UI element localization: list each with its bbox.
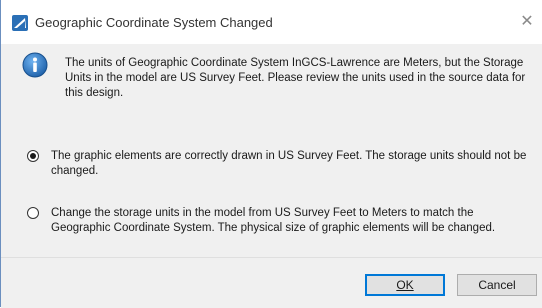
cancel-button[interactable]: Cancel [457,274,537,296]
radio-change-units[interactable] [27,207,39,219]
title-bar: Geographic Coordinate System Changed ✕ [1,0,542,44]
microstation-icon [12,15,28,31]
cancel-button-label: Cancel [478,278,516,292]
option-keep-units-label: The graphic elements are correctly drawn… [51,150,527,177]
ok-button-label: OK [396,278,414,292]
button-bar: OK Cancel [1,257,542,308]
info-icon [22,52,48,78]
warning-message: The units of Geographic Coordinate Syste… [65,57,526,99]
ok-button[interactable]: OK [365,274,445,296]
dialog-window: Geographic Coordinate System Changed ✕ T… [0,0,542,308]
close-icon: ✕ [520,13,534,30]
close-button[interactable]: ✕ [516,10,538,34]
window-title: Geographic Coordinate System Changed [35,15,273,30]
option-change-units-label: Change the storage units in the model fr… [51,207,496,234]
dialog-content: The units of Geographic Coordinate Syste… [1,44,542,257]
radio-keep-units[interactable] [27,150,39,162]
